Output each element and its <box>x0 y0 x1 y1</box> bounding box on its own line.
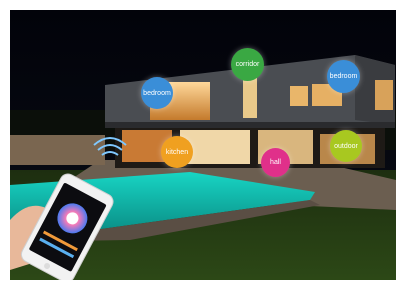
room-bubble-kitchen[interactable]: kitchen <box>161 136 193 168</box>
room-label: hall <box>270 159 281 166</box>
room-label: corridor <box>235 61 260 68</box>
room-label: bedroom <box>329 73 358 80</box>
room-bubble-bedroom-right[interactable]: bedroom <box>327 60 360 93</box>
room-bubble-hall[interactable]: hall <box>261 148 290 177</box>
room-label: outdoor <box>334 142 358 150</box>
room-bubble-bedroom-left[interactable]: bedroom <box>141 77 173 109</box>
room-bubble-outdoor[interactable]: outdoor <box>330 130 362 162</box>
room-bubble-corridor[interactable]: corridor <box>231 48 264 81</box>
smart-home-photo: bedroom corridor bedroom kitchen hall ou… <box>10 10 396 280</box>
room-label: kitchen <box>165 148 189 156</box>
room-label: bedroom <box>143 89 171 97</box>
